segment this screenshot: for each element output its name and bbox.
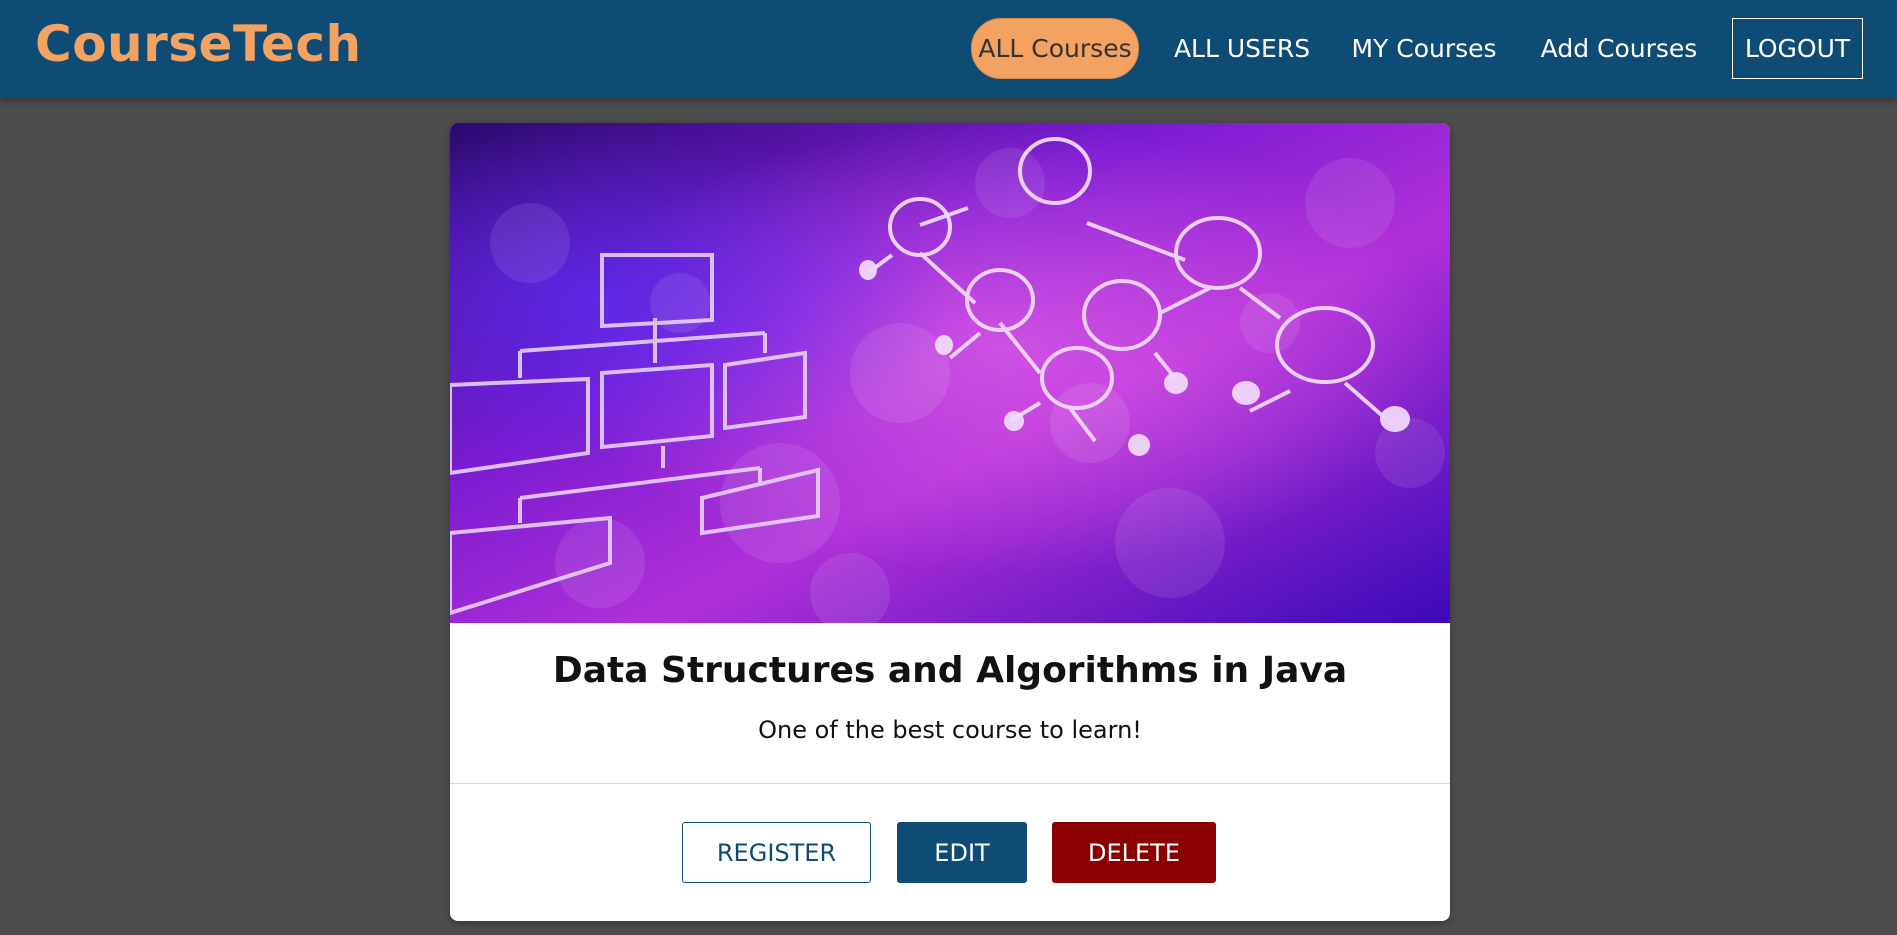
course-card: Data Structures and Algorithms in Java O… <box>450 123 1450 921</box>
brand-logo[interactable]: CourseTech <box>35 12 362 76</box>
course-image <box>450 123 1450 623</box>
nav-all-users[interactable]: ALL USERS <box>1174 18 1310 79</box>
nav-all-courses[interactable]: ALL Courses <box>971 18 1139 79</box>
course-title: Data Structures and Algorithms in Java <box>552 650 1348 691</box>
logout-button[interactable]: LOGOUT <box>1732 18 1863 79</box>
edit-button[interactable]: EDIT <box>897 822 1027 883</box>
top-navbar: CourseTech ALL Courses ALL USERS MY Cour… <box>0 0 1897 98</box>
nav-my-courses[interactable]: MY Courses <box>1346 18 1502 79</box>
register-button[interactable]: REGISTER <box>682 822 871 883</box>
course-description: One of the best course to learn! <box>758 716 1142 744</box>
nav-add-courses[interactable]: Add Courses <box>1539 18 1699 79</box>
card-divider <box>450 783 1450 784</box>
delete-button[interactable]: DELETE <box>1052 822 1216 883</box>
